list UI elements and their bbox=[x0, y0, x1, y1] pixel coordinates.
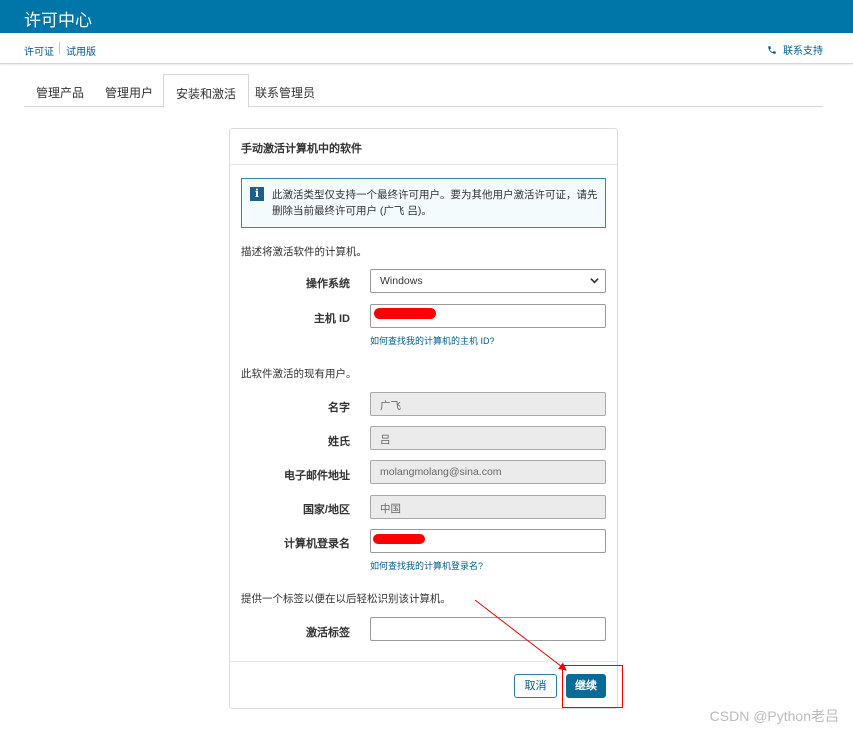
contact-support-label: 联系支持 bbox=[783, 46, 823, 57]
cancel-button[interactable]: 取消 bbox=[514, 674, 557, 698]
host-id-input[interactable] bbox=[370, 304, 606, 328]
info-icon: i bbox=[250, 187, 264, 201]
watermark: CSDN @Python老吕 bbox=[709, 708, 839, 724]
sub-navigation: 许可证 试用版 联系支持 bbox=[0, 33, 853, 64]
section-label-text: 提供一个标签以便在以后轻松识别该计算机。 bbox=[241, 593, 451, 605]
info-alert: i 此激活类型仅支持一个最终许可用户。要为其他用户激活许可证，请先删除当前最终许… bbox=[241, 178, 606, 228]
email-field: molangmolang@sina.com bbox=[370, 460, 606, 484]
top-bar: 许可中心 bbox=[0, 0, 853, 33]
phone-icon bbox=[768, 45, 776, 54]
redaction-mark bbox=[374, 308, 436, 319]
tab-bar: 管理产品 管理用户 安装和激活 联系管理员 bbox=[24, 74, 823, 108]
country-label: 国家/地区 bbox=[302, 504, 350, 516]
nav-link-trials[interactable]: 试用版 bbox=[66, 43, 96, 58]
redaction-mark bbox=[373, 534, 425, 544]
annotation-highlight-box bbox=[562, 665, 623, 708]
tab-contact-admin[interactable]: 联系管理员 bbox=[243, 74, 327, 107]
activation-label-label: 激活标签 bbox=[306, 627, 350, 639]
login-name-help-link[interactable]: 如何查找我的计算机登录名? bbox=[370, 559, 483, 572]
contact-support-link[interactable]: 联系支持 bbox=[767, 42, 823, 57]
panel-footer: 取消 继续 bbox=[230, 661, 617, 709]
nav-link-licenses[interactable]: 许可证 bbox=[24, 43, 54, 58]
login-name-input[interactable] bbox=[370, 529, 606, 553]
info-text: 此激活类型仅支持一个最终许可用户。要为其他用户激活许可证，请先删除当前最终许可用… bbox=[272, 189, 598, 217]
os-select[interactable]: Windows bbox=[370, 269, 606, 293]
login-name-label: 计算机登录名 bbox=[284, 538, 350, 550]
host-id-label: 主机 ID bbox=[313, 313, 350, 325]
section-user-text: 此软件激活的现有用户。 bbox=[241, 368, 357, 380]
activation-panel: 手动激活计算机中的软件 i 此激活类型仅支持一个最终许可用户。要为其他用户激活许… bbox=[229, 128, 618, 709]
os-label: 操作系统 bbox=[306, 278, 350, 290]
chevron-down-icon bbox=[590, 278, 599, 284]
last-name-field: 吕 bbox=[370, 426, 606, 450]
first-name-label: 名字 bbox=[328, 402, 350, 414]
activation-label-input[interactable] bbox=[370, 617, 606, 641]
app-title: 许可中心 bbox=[24, 11, 92, 30]
panel-title: 手动激活计算机中的软件 bbox=[230, 129, 617, 165]
os-select-value: Windows bbox=[380, 275, 423, 287]
tab-install-activate[interactable]: 安装和激活 bbox=[163, 74, 250, 108]
host-id-help-link[interactable]: 如何查找我的计算机的主机 ID? bbox=[370, 334, 495, 347]
tab-manage-users[interactable]: 管理用户 bbox=[93, 74, 165, 107]
email-label: 电子邮件地址 bbox=[284, 470, 350, 482]
nav-divider bbox=[59, 42, 60, 54]
last-name-label: 姓氏 bbox=[328, 436, 350, 448]
first-name-field: 广飞 bbox=[370, 392, 606, 416]
tab-manage-products[interactable]: 管理产品 bbox=[24, 74, 96, 107]
country-field: 中国 bbox=[370, 495, 606, 519]
section-computer-text: 描述将激活软件的计算机。 bbox=[241, 246, 367, 258]
